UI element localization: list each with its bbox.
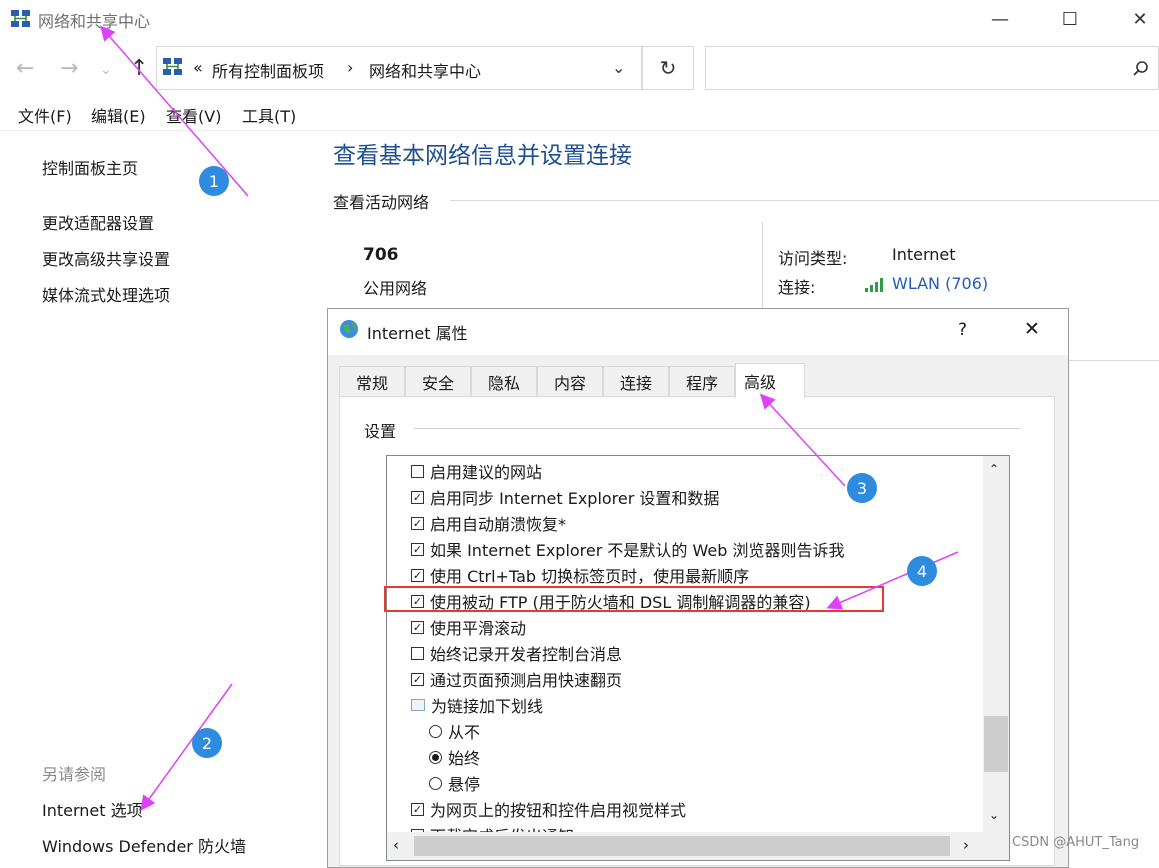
annotation-badge-4: 4 [907, 556, 937, 586]
annotation-arrows [100, 25, 959, 811]
annotation-badge-1: 1 [199, 166, 229, 196]
annotation-badge-2: 2 [192, 728, 222, 758]
arrow-3 [759, 393, 846, 487]
watermark: CSDN @AHUT_Tang [1012, 835, 1140, 850]
annotation-badge-3: 3 [847, 473, 877, 503]
arrow-1 [100, 25, 249, 197]
arrow-4 [826, 551, 959, 610]
